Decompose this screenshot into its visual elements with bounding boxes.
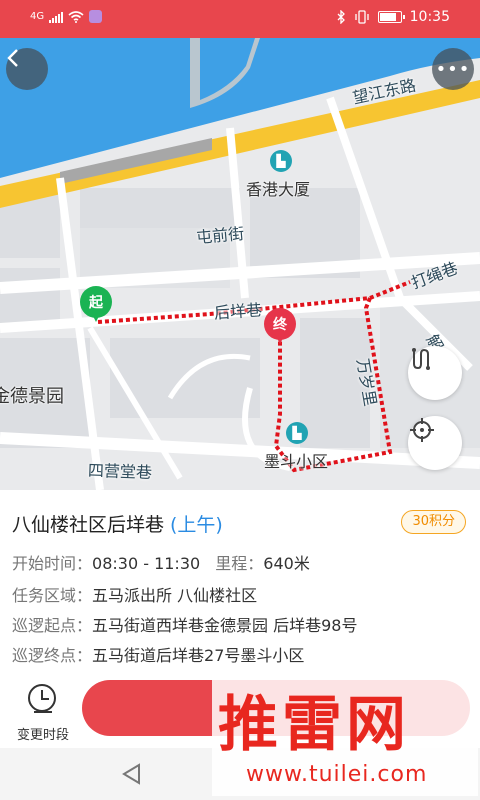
app-notification-icon: [89, 10, 103, 23]
poi-hongkong-building-label[interactable]: 香港大厦: [246, 176, 310, 200]
distance-label: 里程：: [215, 554, 264, 573]
watermark-overlay: 推雷网 www.tuilei.com: [212, 676, 478, 796]
task-period: (上午): [170, 514, 223, 536]
status-right: 10:35: [336, 9, 450, 25]
change-period-button[interactable]: 变更时段: [8, 680, 78, 743]
crosshair-icon: [410, 418, 434, 442]
distance-value: 640米: [263, 554, 310, 573]
points-badge: 30积分: [401, 510, 466, 534]
clock-edit-icon: [28, 684, 56, 713]
start-time-value: 08:30 - 11:30: [92, 554, 201, 573]
road-houyang-label: 后垟巷: [213, 300, 263, 323]
chevron-left-icon: [7, 49, 18, 67]
task-title: 八仙楼社区后垟巷 (上午): [12, 510, 223, 537]
route-map[interactable]: 望江东路 屯前街 后垟巷 打绳巷 万岁里 四营堂巷 解 ▙ 香港大厦 ▙ 墨斗小…: [0, 38, 480, 490]
task-title-text: 八仙楼社区后垟巷: [12, 514, 165, 536]
more-icon: •••: [435, 58, 471, 80]
area-row: 任务区域：五马派出所 八仙楼社区: [12, 582, 257, 606]
vibrate-icon: [354, 10, 369, 24]
status-bar: 4G 10:35: [0, 0, 480, 38]
watermark-brand: 推雷网: [218, 690, 410, 760]
start-point-value: 五马街道西垟巷金德景园 后垟巷98号: [92, 616, 358, 635]
end-pin[interactable]: 终: [264, 308, 296, 348]
signal-icon: [49, 11, 64, 23]
network-label: 4G: [30, 11, 45, 22]
route-toggle-button[interactable]: [408, 346, 462, 400]
start-point-row: 巡逻起点：五马街道西垟巷金德景园 后垟巷98号: [12, 612, 357, 636]
watermark-url: www.tuilei.com: [246, 762, 428, 787]
nav-back-icon[interactable]: [120, 762, 144, 786]
end-point-row: 巡逻终点：五马街道后垟巷27号墨斗小区: [12, 642, 304, 666]
area-value: 五马派出所 八仙楼社区: [92, 586, 258, 605]
poi-modou-community-label[interactable]: 墨斗小区: [264, 448, 328, 472]
start-time-label: 开始时间：: [12, 554, 93, 573]
end-point-value: 五马街道后垟巷27号墨斗小区: [92, 646, 305, 665]
battery-icon: [377, 11, 405, 23]
back-button[interactable]: [6, 48, 48, 90]
community-poi-icon[interactable]: ▙: [286, 422, 308, 444]
wifi-icon: [68, 10, 84, 23]
change-period-label: 变更时段: [16, 728, 69, 743]
start-time-row: 开始时间：08:30 - 11:30 里程：640米: [12, 550, 310, 574]
start-point-label: 巡逻起点：: [12, 616, 93, 635]
more-button[interactable]: •••: [432, 48, 474, 90]
start-pin[interactable]: 起: [80, 286, 112, 326]
locate-button[interactable]: [408, 416, 462, 470]
end-point-label: 巡逻终点：: [12, 646, 93, 665]
poi-jinde-garden-label[interactable]: 金德景园: [0, 382, 64, 408]
bluetooth-icon: [337, 10, 345, 24]
road-tunqian-label: 屯前街: [195, 223, 245, 248]
building-poi-icon[interactable]: ▙: [270, 150, 292, 172]
clock: 10:35: [409, 9, 450, 25]
road-sibaitang-label: 四营堂巷: [87, 460, 153, 483]
status-left: 4G: [30, 10, 103, 23]
area-label: 任务区域：: [12, 586, 93, 605]
route-icon: [412, 348, 430, 370]
